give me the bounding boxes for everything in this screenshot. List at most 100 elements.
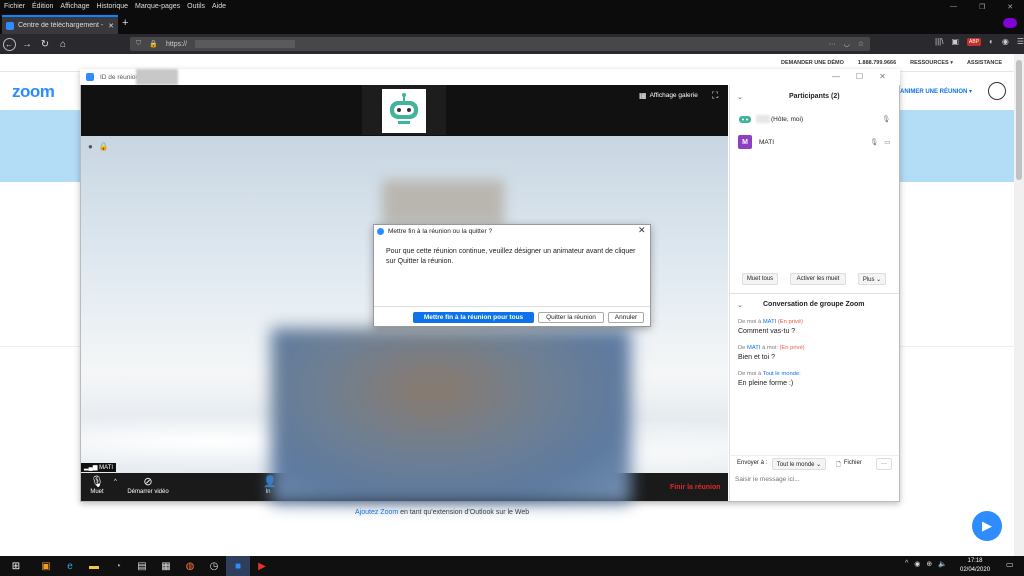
zoom-close-icon[interactable]: ✕ bbox=[879, 72, 886, 81]
tray-app-icon[interactable]: ◉ bbox=[914, 560, 920, 568]
chat-more-button[interactable]: ··· bbox=[876, 458, 892, 470]
zoom-maximize-icon[interactable]: ☐ bbox=[856, 72, 863, 81]
add-zoom-link[interactable]: Ajoutez Zoom bbox=[355, 509, 398, 516]
notepad-icon[interactable]: ▤ bbox=[130, 556, 154, 576]
demo-link[interactable]: DEMANDER UNE DÉMO bbox=[781, 60, 844, 66]
close-tab-icon[interactable]: ✕ bbox=[108, 22, 114, 30]
menu-outils[interactable]: Outils bbox=[187, 3, 205, 10]
chat-to[interactable]: MATI bbox=[763, 319, 776, 325]
firefox-icon[interactable]: ◍ bbox=[178, 556, 202, 576]
extension-icon[interactable]: ◐ bbox=[989, 37, 994, 46]
notifications-icon[interactable]: ▭ bbox=[1006, 560, 1014, 569]
app-icon-shell[interactable]: ◔ bbox=[106, 556, 130, 576]
chat-to[interactable]: Tout le monde bbox=[763, 371, 799, 377]
page-actions-icon[interactable]: ··· bbox=[829, 41, 836, 48]
menu-edition[interactable]: Édition bbox=[32, 3, 53, 10]
user-avatar-icon[interactable] bbox=[988, 82, 1006, 100]
mute-button[interactable]: 🎙 Muet bbox=[88, 476, 106, 495]
participant-row-host[interactable] bbox=[738, 114, 752, 124]
menu-marque-pages[interactable]: Marque-pages bbox=[135, 3, 180, 10]
account-icon[interactable]: ◉ bbox=[1002, 37, 1009, 46]
chat-mid: à moi: bbox=[760, 345, 780, 351]
mute-all-button[interactable]: Muet tous bbox=[742, 273, 778, 285]
info-icon[interactable]: ● bbox=[88, 142, 93, 151]
maximize-icon[interactable]: ❐ bbox=[979, 3, 985, 11]
more-button[interactable]: Plus ⌄ bbox=[858, 273, 886, 285]
mati-mic-icon[interactable]: 🎙 bbox=[870, 138, 878, 146]
media-player-icon[interactable]: ▶ bbox=[250, 556, 274, 576]
sidebar-icon[interactable]: ▣ bbox=[951, 37, 959, 46]
microphone-icon: 🎙 bbox=[90, 476, 104, 488]
support-link[interactable]: ASSISTANCE bbox=[967, 60, 1002, 66]
participant-name: MATI bbox=[99, 465, 114, 471]
gallery-view-button[interactable]: ▦ Affichage galerie bbox=[639, 89, 698, 101]
encryption-lock-icon[interactable]: 🔒 bbox=[99, 142, 109, 151]
edge-icon[interactable]: e bbox=[58, 556, 82, 576]
cancel-button[interactable]: Annuler bbox=[608, 312, 644, 323]
chat-meta-2: De MATI à moi: (En privé) bbox=[738, 345, 805, 351]
robot-icon bbox=[390, 93, 418, 124]
bookmark-star-icon[interactable]: ☆ bbox=[858, 40, 870, 48]
host-meeting-link[interactable]: ANIMER UNE RÉUNION ▾ bbox=[900, 88, 972, 95]
library-icon[interactable]: |||\ bbox=[935, 37, 943, 46]
tracking-shield-icon[interactable]: ⛉ bbox=[136, 40, 141, 48]
mati-camera-icon[interactable]: ▭ bbox=[884, 138, 890, 146]
host-label: (Hôte, moi) bbox=[771, 116, 804, 123]
pocket-icon[interactable]: ◡ bbox=[844, 40, 850, 48]
audio-options-chevron-icon[interactable]: ^ bbox=[114, 479, 117, 485]
video-camera-icon: ▶ bbox=[982, 518, 992, 533]
menu-affichage[interactable]: Affichage bbox=[60, 3, 89, 10]
clock-time: 17:18 bbox=[967, 558, 983, 564]
back-icon[interactable]: ← bbox=[0, 35, 18, 53]
taskbar-clock[interactable]: 17:18 02/04/2020 bbox=[960, 557, 990, 575]
chat-message-2: Bien et toi ? bbox=[738, 354, 775, 361]
home-icon[interactable]: ⌂ bbox=[54, 35, 72, 53]
clock-date: 02/04/2020 bbox=[960, 567, 991, 573]
resources-link[interactable]: RESSOURCES ▾ bbox=[910, 60, 953, 66]
new-tab-icon[interactable]: + bbox=[122, 17, 128, 29]
file-button[interactable]: 🗋 Fichier bbox=[836, 460, 862, 470]
chat-to[interactable]: MATI bbox=[747, 345, 760, 351]
tray-expand-icon[interactable]: ^ bbox=[905, 560, 908, 568]
scrollbar-thumb[interactable] bbox=[1016, 60, 1022, 180]
file-explorer-icon[interactable]: ▬ bbox=[82, 556, 106, 576]
fullscreen-icon[interactable]: ⛶ bbox=[712, 90, 718, 101]
forward-icon[interactable]: → bbox=[18, 35, 36, 53]
menu-fichier[interactable]: Fichier bbox=[4, 3, 25, 10]
zoom-logo[interactable]: zoom bbox=[12, 82, 55, 102]
chat-collapse-icon[interactable]: ⌄ bbox=[737, 301, 743, 309]
window-controls: — ❐ ✕ bbox=[950, 3, 1013, 11]
reload-icon[interactable]: ↻ bbox=[36, 35, 54, 53]
start-button-icon[interactable]: ⊞ bbox=[4, 556, 28, 576]
dialog-close-icon[interactable]: ✕ bbox=[638, 225, 646, 236]
leave-meeting-button[interactable]: Quitter la réunion bbox=[538, 312, 604, 323]
close-window-icon[interactable]: ✕ bbox=[1007, 3, 1013, 11]
clock-app-icon[interactable]: ◷ bbox=[202, 556, 226, 576]
toolbar-icons: |||\ ▣ ABP ◐ ◉ ☰ bbox=[935, 37, 1024, 46]
volume-icon[interactable]: 🔈 bbox=[938, 560, 947, 568]
mati-status: 🎙 ▭ bbox=[870, 138, 890, 146]
zoom-minimize-icon[interactable]: — bbox=[832, 72, 840, 81]
app-icon-orange[interactable]: ▣ bbox=[34, 556, 58, 576]
browser-tab[interactable]: Centre de téléchargement - Zo ✕ bbox=[2, 15, 118, 34]
participants-collapse-icon[interactable]: ⌄ bbox=[737, 93, 743, 101]
end-for-all-button[interactable]: Mettre fin à la réunion pour tous bbox=[413, 312, 534, 323]
network-icon[interactable]: ⊕ bbox=[926, 560, 932, 568]
menu-aide[interactable]: Aide bbox=[212, 3, 226, 10]
minimize-icon[interactable]: — bbox=[950, 3, 957, 11]
zoom-chat-fab[interactable]: ▶ bbox=[972, 511, 1002, 541]
host-mic-icon[interactable]: 🎙 bbox=[882, 115, 890, 123]
send-to-select[interactable]: Tout le monde ⌄ bbox=[772, 458, 826, 470]
meeting-info-icons: ● 🔒 bbox=[88, 142, 109, 151]
start-video-button[interactable]: ⊘ Démarrer vidéo bbox=[125, 476, 171, 495]
signal-icon: ▂▄▆ bbox=[84, 465, 98, 471]
hamburger-menu-icon[interactable]: ☰ bbox=[1017, 37, 1024, 46]
url-bar[interactable]: ⛉ 🔒 https:// ··· ◡ ☆ bbox=[130, 37, 870, 51]
end-meeting-button[interactable]: Finir la réunion bbox=[670, 484, 721, 491]
unmute-all-button[interactable]: Activer les muet bbox=[790, 273, 846, 285]
zoom-taskbar-icon[interactable]: ■ bbox=[226, 556, 250, 576]
chat-message-input[interactable] bbox=[735, 473, 891, 485]
adblock-icon[interactable]: ABP bbox=[967, 37, 982, 46]
menu-historique[interactable]: Historique bbox=[96, 3, 128, 10]
calculator-icon[interactable]: ▦ bbox=[154, 556, 178, 576]
